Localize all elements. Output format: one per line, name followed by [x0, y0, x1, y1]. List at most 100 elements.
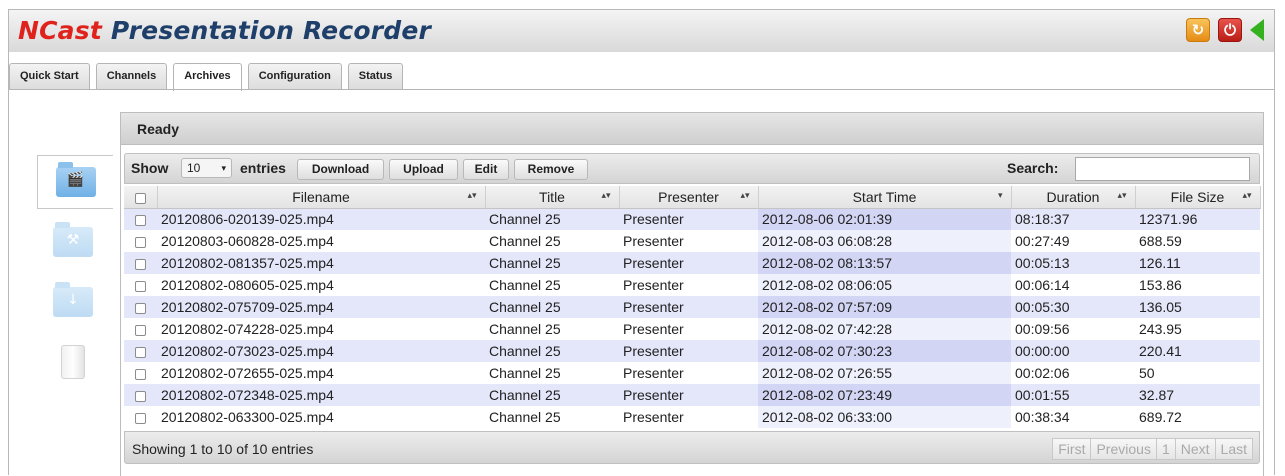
header-icons: ↻ ⏻	[1186, 18, 1264, 42]
cell-size: 689.72	[1135, 406, 1260, 428]
pager-next-button[interactable]: Next	[1174, 438, 1216, 460]
table-row[interactable]: 20120802-073023-025.mp4 Channel 25 Present…	[124, 340, 1260, 362]
cell-title: Channel 25	[485, 230, 619, 252]
power-icon[interactable]: ⏻	[1218, 18, 1242, 42]
panel-status: Ready	[121, 113, 1263, 145]
edit-button[interactable]: Edit	[463, 159, 509, 180]
cell-start: 2012-08-06 02:01:39	[758, 208, 1011, 230]
pager-last-button[interactable]: Last	[1214, 438, 1253, 460]
row-checkbox[interactable]	[124, 208, 157, 230]
column-header-start-time[interactable]: Start Time ▾	[758, 186, 1012, 209]
cell-size: 688.59	[1135, 230, 1260, 252]
app-frame: NCast Presentation Recorder ↻ ⏻ Quick St…	[8, 9, 1275, 476]
tab-channels[interactable]: Channels	[95, 63, 168, 90]
cell-filename: 20120802-074228-025.mp4	[157, 318, 485, 340]
tools-folder-button[interactable]: ⚒	[37, 215, 109, 269]
cell-presenter: Presenter	[619, 340, 758, 362]
row-checkbox[interactable]	[124, 230, 157, 252]
cell-title: Channel 25	[485, 208, 619, 230]
cell-duration: 00:01:55	[1011, 384, 1135, 406]
pager-previous-button[interactable]: Previous	[1090, 438, 1157, 460]
row-checkbox[interactable]	[124, 362, 157, 384]
table-toolbar: Show 10 ▾ entries Download Upload Edit R…	[124, 153, 1260, 184]
sort-icon: ▴▾	[740, 190, 750, 200]
cell-filename: 20120802-073023-025.mp4	[157, 340, 485, 362]
cell-start: 2012-08-02 07:57:09	[758, 296, 1011, 318]
table-row[interactable]: 20120802-081357-025.mp4 Channel 25 Present…	[124, 252, 1260, 274]
pager-first-button[interactable]: First	[1052, 438, 1092, 460]
archives-panel: Ready Show 10 ▾ entries Download Upload …	[120, 112, 1264, 476]
refresh-icon[interactable]: ↻	[1186, 18, 1210, 42]
download-folder-button[interactable]: ↓	[37, 275, 109, 329]
row-checkbox[interactable]	[124, 318, 157, 340]
cell-filename: 20120803-060828-025.mp4	[157, 230, 485, 252]
cell-title: Channel 25	[485, 296, 619, 318]
search-label: Search:	[1007, 160, 1059, 176]
download-button[interactable]: Download	[297, 159, 384, 180]
app-header: NCast Presentation Recorder ↻ ⏻	[9, 10, 1274, 52]
table-row[interactable]: 20120802-075709-025.mp4 Channel 25 Present…	[124, 296, 1260, 318]
row-checkbox[interactable]	[124, 406, 157, 428]
cell-title: Channel 25	[485, 252, 619, 274]
cell-start: 2012-08-02 06:33:00	[758, 406, 1011, 428]
cell-duration: 00:38:34	[1011, 406, 1135, 428]
cell-presenter: Presenter	[619, 274, 758, 296]
select-all-checkbox[interactable]	[124, 186, 158, 209]
cell-title: Channel 25	[485, 362, 619, 384]
table-row[interactable]: 20120806-020139-025.mp4 Channel 25 Present…	[124, 208, 1260, 230]
entries-label: entries	[240, 160, 286, 176]
table-row[interactable]: 20120802-072348-025.mp4 Channel 25 Present…	[124, 384, 1260, 406]
sort-icon: ▴▾	[601, 190, 611, 200]
cell-start: 2012-08-02 07:30:23	[758, 340, 1011, 362]
cell-title: Channel 25	[485, 318, 619, 340]
row-checkbox[interactable]	[124, 384, 157, 406]
column-header-file-size[interactable]: File Size ▴▾	[1135, 186, 1261, 209]
cell-size: 32.87	[1135, 384, 1260, 406]
tab-status[interactable]: Status	[347, 63, 404, 90]
column-header-presenter[interactable]: Presenter ▴▾	[619, 186, 759, 209]
table-row[interactable]: 20120802-072655-025.mp4 Channel 25 Present…	[124, 362, 1260, 384]
row-checkbox[interactable]	[124, 274, 157, 296]
column-header-title[interactable]: Title ▴▾	[485, 186, 620, 209]
row-checkbox[interactable]	[124, 296, 157, 318]
table-body: 20120806-020139-025.mp4 Channel 25 Present…	[124, 208, 1260, 428]
archive-folder-button[interactable]: 🎬	[37, 155, 113, 209]
app-title: NCast Presentation Recorder	[18, 16, 431, 45]
cell-presenter: Presenter	[619, 296, 758, 318]
sort-desc-icon: ▾	[997, 190, 1003, 200]
tab-divider	[9, 89, 1274, 90]
cell-presenter: Presenter	[619, 406, 758, 428]
trash-button[interactable]	[37, 335, 109, 389]
cell-filename: 20120806-020139-025.mp4	[157, 208, 485, 230]
table-row[interactable]: 20120802-080605-025.mp4 Channel 25 Present…	[124, 274, 1260, 296]
page-size-select[interactable]: 10 ▾	[181, 158, 232, 178]
cell-filename: 20120802-081357-025.mp4	[157, 252, 485, 274]
tab-configuration[interactable]: Configuration	[247, 63, 342, 90]
tab-quick-start[interactable]: Quick Start	[9, 63, 90, 90]
cell-duration: 00:09:56	[1011, 318, 1135, 340]
archives-table: Filename ▴▾ Title ▴▾ Presenter ▴▾ Start Tim…	[124, 186, 1261, 428]
upload-button[interactable]: Upload	[389, 159, 458, 180]
tab-archives[interactable]: Archives	[173, 63, 242, 91]
cell-presenter: Presenter	[619, 230, 758, 252]
cell-size: 50	[1135, 362, 1260, 384]
sort-icon: ▴▾	[1242, 190, 1252, 200]
pager-page-button[interactable]: 1	[1155, 438, 1176, 460]
table-row[interactable]: 20120802-074228-025.mp4 Channel 25 Present…	[124, 318, 1260, 340]
column-header-filename[interactable]: Filename ▴▾	[157, 186, 486, 209]
search-input[interactable]	[1075, 157, 1250, 181]
cell-duration: 00:06:14	[1011, 274, 1135, 296]
cell-duration: 00:05:30	[1011, 296, 1135, 318]
row-checkbox[interactable]	[124, 252, 157, 274]
table-row[interactable]: 20120802-063300-025.mp4 Channel 25 Present…	[124, 406, 1260, 428]
cell-start: 2012-08-02 07:23:49	[758, 384, 1011, 406]
back-arrow-icon[interactable]	[1250, 19, 1264, 41]
row-checkbox[interactable]	[124, 340, 157, 362]
cell-start: 2012-08-02 08:06:05	[758, 274, 1011, 296]
cell-presenter: Presenter	[619, 318, 758, 340]
column-header-duration[interactable]: Duration ▴▾	[1011, 186, 1136, 209]
table-row[interactable]: 20120803-060828-025.mp4 Channel 25 Present…	[124, 230, 1260, 252]
app-title-brand: NCast	[18, 16, 102, 45]
cell-start: 2012-08-03 06:08:28	[758, 230, 1011, 252]
remove-button[interactable]: Remove	[514, 159, 588, 180]
